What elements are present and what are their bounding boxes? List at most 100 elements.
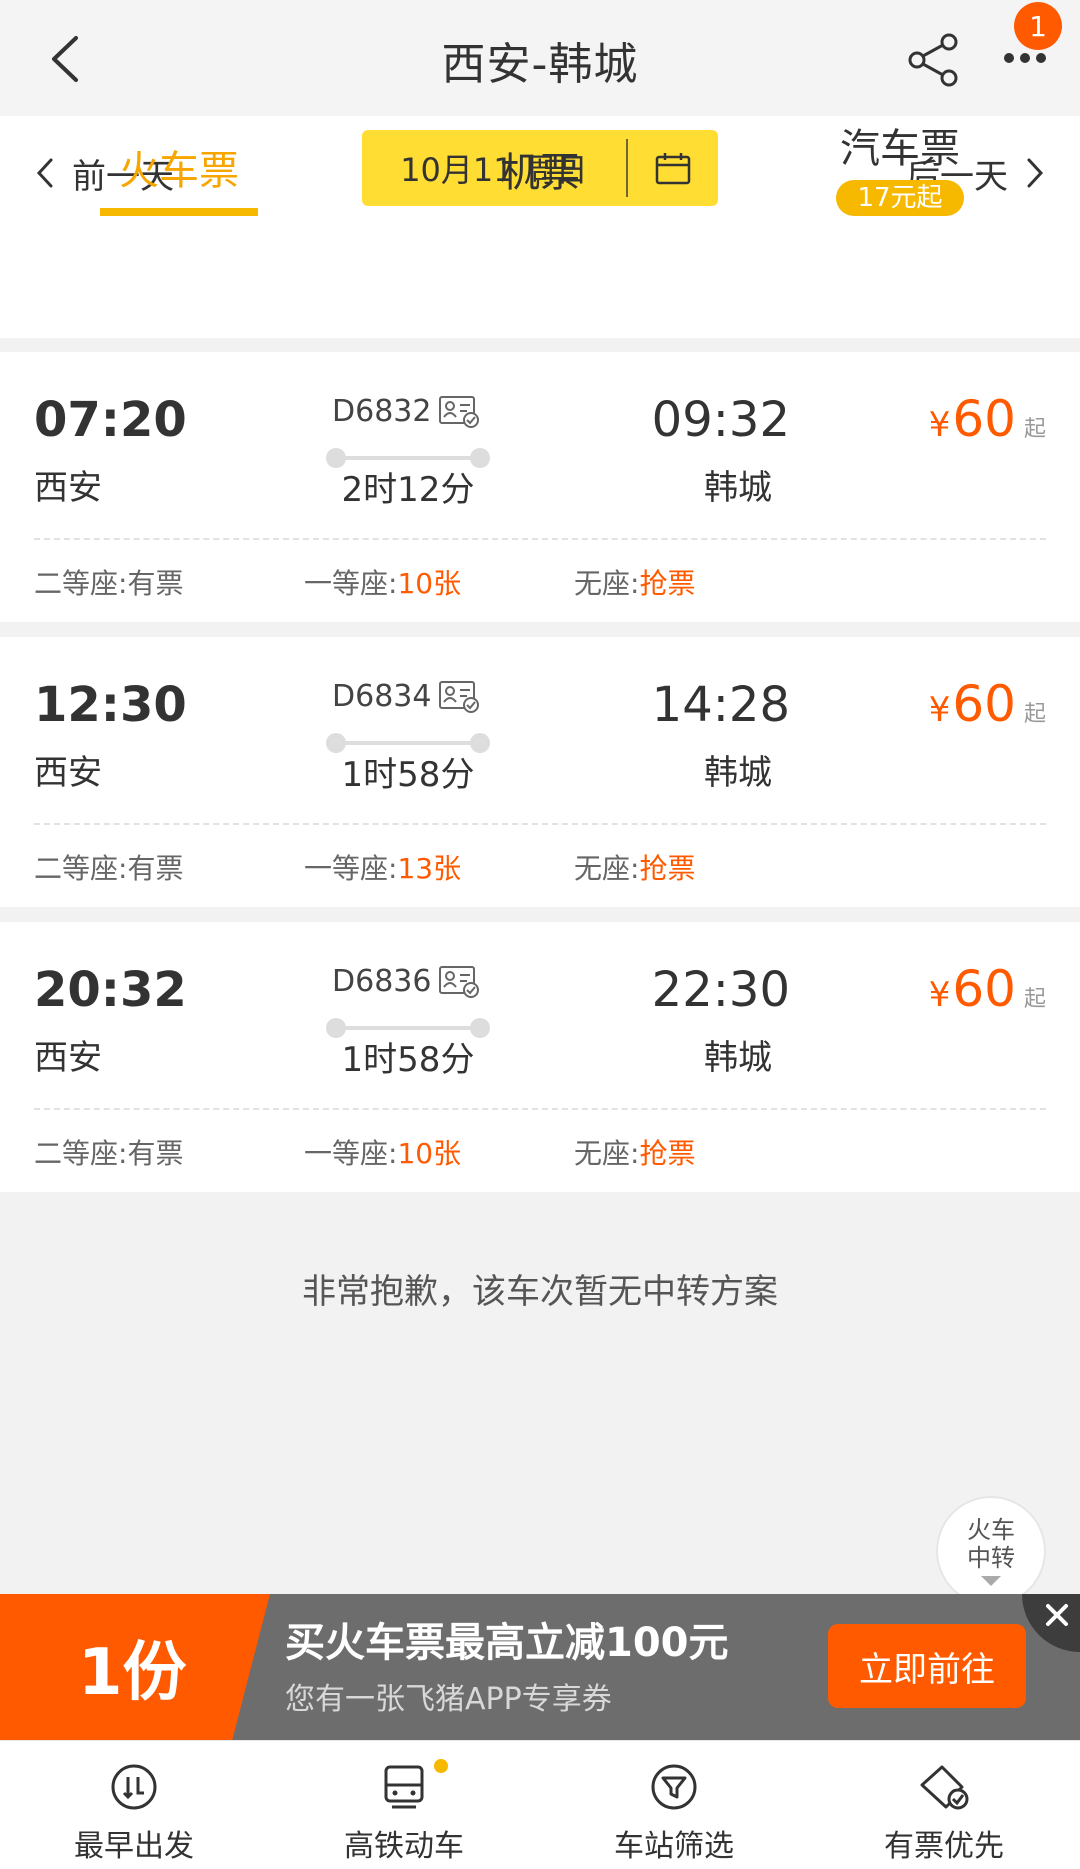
chevron-left-icon: [36, 158, 53, 188]
id-card-icon: [439, 680, 480, 713]
currency-symbol: ¥: [928, 690, 951, 730]
divider: [34, 538, 1046, 540]
id-card-icon: [439, 965, 480, 998]
train-card[interactable]: 12:30 西安 D6834 1时58分 14:28 韩城 ¥ 60 起 二等座…: [0, 637, 1080, 907]
id-card-icon: [439, 395, 480, 428]
seat-availability: 一等座:13张: [304, 847, 461, 887]
arrival-station: 韩城: [704, 1038, 772, 1078]
seat-label: 二等座:: [34, 567, 128, 600]
active-tab-underline: [100, 208, 258, 216]
caret-down-icon: [981, 1576, 1001, 1586]
seat-label: 一等座:: [304, 567, 398, 600]
arrival-time: 09:32: [651, 392, 790, 448]
bottom-filter-bar: 最早出发 高铁动车 车站筛选 有票优先: [0, 1740, 1080, 1869]
tab-train-label: 火车票: [119, 148, 239, 194]
seat-availability: 无座:抢票: [574, 847, 695, 887]
tab-plane-label: 机票: [500, 150, 580, 196]
calendar-icon: [655, 153, 691, 185]
notification-badge: 1: [1014, 2, 1062, 50]
promo-banner[interactable]: 1份 买火车票最高立减100元 您有一张飞猪APP专享券 立即前往: [0, 1594, 1080, 1740]
seat-value: 13张: [397, 852, 462, 885]
promo-subline: 您有一张飞猪APP专享券: [285, 1682, 612, 1717]
seat-value[interactable]: 抢票: [639, 567, 695, 600]
ticket-price: ¥ 60 起: [929, 390, 1046, 448]
no-transfer-notice: 非常抱歉，该车次暂无中转方案: [302, 1272, 778, 1312]
train-number: D6836: [332, 964, 480, 999]
sort-earliest-button[interactable]: 最早出发: [34, 1763, 234, 1865]
seat-label: 二等座:: [34, 852, 128, 885]
currency-symbol: ¥: [928, 405, 951, 445]
station-filter-button[interactable]: 车站筛选: [574, 1763, 774, 1865]
train-number-text: D6836: [332, 964, 432, 999]
arrival-time: 22:30: [651, 962, 790, 1018]
bottom-item-label: 车站筛选: [614, 1829, 734, 1864]
share-icon: [908, 33, 958, 87]
nav-header: 西安-韩城 1: [0, 0, 1080, 116]
seat-label: 无座:: [574, 852, 640, 885]
tab-bus-label: 汽车票: [840, 126, 960, 172]
share-button[interactable]: [905, 32, 961, 88]
departure-station: 西安: [34, 468, 102, 508]
price-value: 60: [952, 960, 1016, 1018]
more-dot-icon: [1004, 53, 1014, 63]
active-dot: [434, 1759, 448, 1773]
tab-bus[interactable]: 汽车票 17元起: [830, 116, 970, 236]
departure-time: 12:30: [34, 677, 187, 733]
seat-label: 一等座:: [304, 1137, 398, 1170]
train-transfer-button[interactable]: 火车 中转: [936, 1496, 1046, 1606]
seat-value: 10张: [397, 1137, 462, 1170]
more-dot-icon: [1020, 53, 1030, 63]
chevron-right-icon: [1027, 158, 1044, 188]
promo-close-button[interactable]: [1022, 1594, 1080, 1652]
train-number: D6832: [332, 394, 480, 429]
seat-value: 有票: [127, 852, 184, 885]
ticket-price: ¥ 60 起: [929, 960, 1046, 1018]
train-icon: [384, 1765, 424, 1809]
trip-duration: 1时58分: [341, 755, 475, 795]
seat-label: 二等座:: [34, 1137, 128, 1170]
calendar-button[interactable]: [628, 151, 718, 185]
seat-value[interactable]: 抢票: [639, 852, 695, 885]
price-suffix: 起: [1023, 987, 1046, 1012]
train-card[interactable]: 20:32 西安 D6836 1时58分 22:30 韩城 ¥ 60 起 二等座…: [0, 922, 1080, 1192]
more-dot-icon: [1036, 53, 1046, 63]
train-number-text: D6834: [332, 679, 432, 714]
filter-icon: [651, 1764, 697, 1810]
seat-label: 无座:: [574, 1137, 640, 1170]
arrival-station: 韩城: [704, 753, 772, 793]
arrival-time: 14:28: [651, 677, 790, 733]
seat-label: 一等座:: [304, 852, 398, 885]
bus-price-badge: 17元起: [836, 180, 964, 216]
seat-availability: 无座:抢票: [574, 562, 695, 602]
seat-value: 10张: [397, 567, 462, 600]
seat-value: 有票: [127, 1137, 184, 1170]
transfer-label-line2: 中转: [967, 1544, 1015, 1572]
price-suffix: 起: [1023, 702, 1046, 727]
ticket-price: ¥ 60 起: [929, 675, 1046, 733]
date-divider: [626, 139, 628, 197]
train-card[interactable]: 07:20 西安 D6832 2时12分 09:32 韩城 ¥ 60 起 二等座…: [0, 352, 1080, 622]
promo-go-button[interactable]: 立即前往: [828, 1624, 1026, 1708]
high-speed-filter-button[interactable]: 高铁动车: [304, 1759, 504, 1865]
available-first-button[interactable]: 有票优先: [844, 1763, 1044, 1865]
price-value: 60: [952, 390, 1016, 448]
seat-value: 有票: [127, 567, 184, 600]
bottom-item-label: 高铁动车: [344, 1829, 464, 1864]
trip-duration: 1时58分: [341, 1040, 475, 1080]
price-suffix: 起: [1023, 417, 1046, 442]
close-icon: [1046, 1604, 1068, 1626]
seat-availability: 无座:抢票: [574, 1132, 695, 1172]
seat-value[interactable]: 抢票: [639, 1137, 695, 1170]
tab-plane[interactable]: 机票: [470, 140, 610, 260]
departure-time: 07:20: [34, 392, 187, 448]
seat-availability: 二等座:有票: [34, 847, 183, 887]
coupon-count: 1份: [0, 1594, 270, 1740]
tab-train[interactable]: 火车票: [100, 138, 258, 258]
train-number-text: D6832: [332, 394, 432, 429]
promo-headline: 买火车票最高立减100元: [285, 1620, 729, 1666]
divider: [34, 1108, 1046, 1110]
departure-station: 西安: [34, 1038, 102, 1078]
bottom-item-label: 最早出发: [74, 1829, 194, 1864]
earliest-icon: [111, 1764, 157, 1810]
departure-station: 西安: [34, 753, 102, 793]
